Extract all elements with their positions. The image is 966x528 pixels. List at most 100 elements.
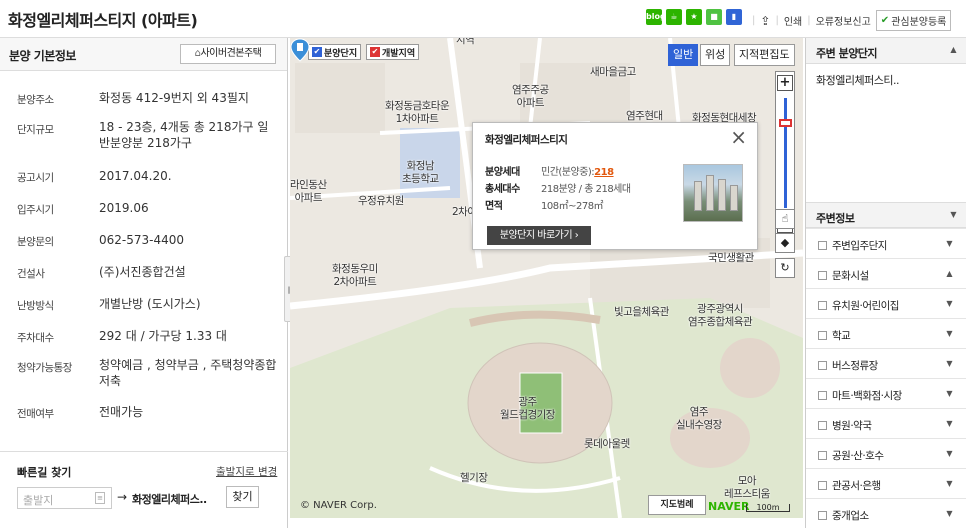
info-key: 입주시기 [17,204,54,216]
popup-row: 분양세대 민간(분양중):218 [485,163,614,178]
checkbox-icon: ✔ [370,47,380,57]
poi-item[interactable]: 학교 ▼ [806,318,966,348]
poi-item[interactable]: 공원·산·호수 ▼ [806,438,966,468]
checkbox[interactable] [818,331,827,340]
zoom-knob[interactable] [779,119,792,127]
page-title: 화정엘리체퍼스티지 (아파트) [8,11,198,30]
checkbox[interactable] [818,301,827,310]
zoom-in-button[interactable]: + [777,75,793,91]
checkbox[interactable] [818,241,827,250]
checkbox[interactable] [818,421,827,430]
map-area[interactable]: ✔ 분양단지 ✔ 개발지역 일반 위성 지적편집도 새마을금고 염주주공 아파트 화… [290,38,803,518]
sale-count-link[interactable]: 218 [594,167,614,178]
poi-item[interactable]: 관공서·은행 ▼ [806,468,966,498]
favorite-label: 관심분양등록 [891,17,947,28]
change-departure-link[interactable]: 출발지로 변경 [216,464,277,479]
info-key: 분양문의 [17,236,54,248]
cafe-share-icon[interactable]: ☕ [666,9,682,25]
bookmark-share-icon[interactable]: ★ [686,9,702,25]
poi-header[interactable]: 주변정보 ▼ [806,202,966,228]
poi-title: 주변정보 [816,212,855,225]
filter-sale-complex[interactable]: ✔ 분양단지 [308,44,362,60]
map-legend-button[interactable]: 지도범례 [648,495,706,515]
poi-item[interactable]: 중개업소 ▼ [806,498,966,528]
popup-value: 108㎡~278㎡ [541,201,604,212]
checkbox[interactable] [818,361,827,370]
destination-label: 화정엘리체퍼스.. [132,493,207,506]
poi-item[interactable]: 유치원·어린이집 ▼ [806,288,966,318]
filter-development-area[interactable]: ✔ 개발지역 [366,44,420,60]
poi-label: 중개업소 [832,510,869,522]
filter-label: 개발지역 [382,48,416,59]
poi-item[interactable]: 병원·약국 ▼ [806,408,966,438]
popup-title: 화정엘리체퍼스티지 [485,134,568,146]
report-link[interactable]: 오류정보신고 [816,13,871,28]
poi-item[interactable]: 문화시설 ▲ [806,258,966,288]
chevron-down-icon: ▼ [946,479,952,488]
quick-route: 빠른길 찾기 출발지로 변경 출발지 ≡ → 화정엘리체퍼스.. 찾기 [0,451,288,528]
building-shape [730,185,738,211]
checkbox[interactable] [818,481,827,490]
departure-input[interactable]: 출발지 ≡ [17,487,112,509]
poi-label: 버스정류장 [832,360,878,372]
info-key: 청약가능통장 [17,362,72,374]
zoom-track[interactable] [784,98,787,208]
quick-route-title: 빠른길 찾기 [17,466,72,479]
info-value: 292 대 / 가구당 1.33 대 [99,329,227,343]
close-icon[interactable]: × [730,126,747,148]
map-label: 지역 [456,38,475,46]
reset-icon[interactable]: ↻ [775,258,795,278]
near-complex-item[interactable]: 화정엘리체퍼스티.. [816,72,956,88]
chevron-down-icon: ▼ [946,329,952,338]
cyber-model-house-button[interactable]: ⌂사이버견본주택 [180,44,276,64]
arrow-right-icon: → [117,490,128,504]
map-label: 화정남 초등학교 [402,160,439,185]
map-type-cadastral[interactable]: 지적편집도 [734,44,795,66]
checkbox[interactable] [818,391,827,400]
print-link[interactable]: 인쇄 [784,13,802,28]
share-icon[interactable]: ⇪ [760,14,770,28]
complex-thumbnail[interactable] [683,164,743,222]
info-value: 062-573-4400 [99,233,185,247]
popup-key: 총세대수 [485,184,520,195]
scale-bar: 100m [746,504,790,512]
find-route-button[interactable]: 찾기 [226,486,259,508]
map-type-normal[interactable]: 일반 [668,44,699,66]
complex-info-popup: 화정엘리체퍼스티지 × 분양세대 민간(분양중):218 총세대수 218분양 / … [472,122,758,250]
blog-share-icon[interactable]: blog [646,9,666,25]
checkbox[interactable] [818,511,827,520]
info-key: 분양주소 [17,94,54,106]
near-complex-header[interactable]: 주변 분양단지 ▲ [806,38,966,64]
poi-item[interactable]: 마트·백화점·시장 ▼ [806,378,966,408]
map-label: 우정유치원 [358,195,404,207]
memo-share-icon[interactable]: ▮ [726,9,742,25]
poi-label: 주변입주단지 [832,240,887,252]
map-label: 새마을금고 [590,66,636,78]
go-to-complex-button[interactable]: 분양단지 바로가기 › [487,226,591,245]
divider: | [752,15,756,26]
chevron-down-icon: ▼ [946,449,952,458]
popup-key: 면적 [485,201,503,212]
building-shape [718,179,726,211]
info-key: 단지규모 [17,124,54,136]
poi-label: 마트·백화점·시장 [832,390,902,402]
map-pin-icon[interactable] [290,38,310,62]
info-key: 공고시기 [17,172,54,184]
list-icon[interactable]: ≡ [95,492,105,504]
popup-key: 분양세대 [485,167,520,178]
map-type-satellite[interactable]: 위성 [700,44,731,66]
popup-value: 218분양 / 총 218세대 [541,184,631,195]
checkbox[interactable] [818,271,827,280]
distance-tool-icon[interactable]: ☝ [775,209,795,229]
poi-item[interactable]: 주변입주단지 ▼ [806,228,966,258]
map-label: 염주주공 아파트 [512,84,549,109]
checkbox[interactable] [818,451,827,460]
info-value: 화정동 412-9번지 외 43필지 [99,91,249,105]
info-key: 난방방식 [17,300,54,312]
favorite-button[interactable]: ✔ 관심분양등록 [875,10,952,31]
poi-item[interactable]: 버스정류장 ▼ [806,348,966,378]
area-tool-icon[interactable]: ◆ [775,233,795,253]
info-value: 청약예금 , 청약부금 , 주택청약종합저축 [99,358,277,388]
chevron-down-icon: ▼ [946,509,952,518]
band-share-icon[interactable]: ■ [706,9,722,25]
